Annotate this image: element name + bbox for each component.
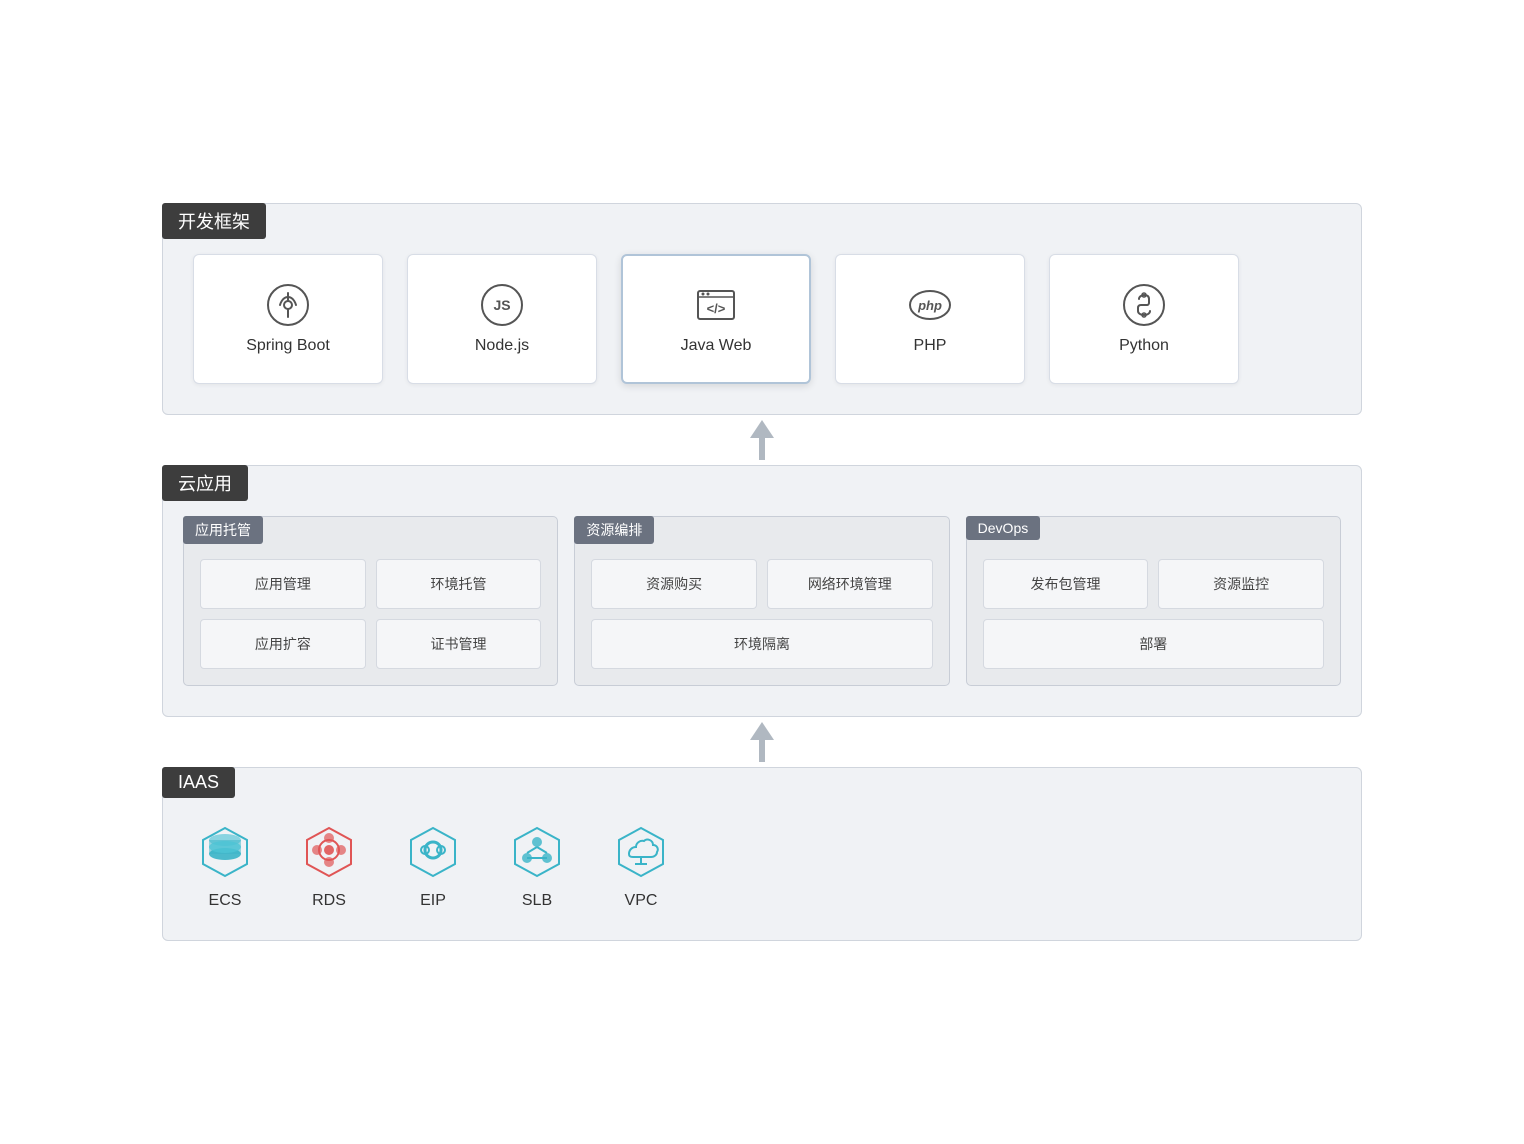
vpc-icon: [609, 818, 673, 882]
php-icon: php: [908, 283, 952, 327]
devops-label: DevOps: [966, 516, 1041, 540]
resource-arrange-grid: 资源购买 网络环境管理 环境隔离: [591, 559, 932, 669]
diagram-container: 开发框架 Spring Boot: [162, 163, 1362, 981]
eip-label: EIP: [420, 892, 446, 910]
rds-label: RDS: [312, 892, 346, 910]
cloud-section-label: 云应用: [162, 465, 248, 501]
resource-arrange-subsection: 资源编排 资源购买 网络环境管理 环境隔离: [574, 516, 949, 686]
php-label: PHP: [914, 337, 947, 355]
devops-subsection: DevOps 发布包管理 资源监控 部署: [966, 516, 1341, 686]
ecs-icon: [193, 818, 257, 882]
python-label: Python: [1119, 337, 1169, 355]
app-hosting-grid: 应用管理 环境托管 应用扩容 证书管理: [200, 559, 541, 669]
cell-env-hosting: 环境托管: [376, 559, 542, 609]
svg-text:JS: JS: [493, 297, 510, 313]
arrow-head-up-2: [750, 722, 774, 740]
framework-python[interactable]: Python: [1049, 254, 1239, 384]
dev-frameworks: Spring Boot JS Node.js: [193, 254, 1331, 384]
iaas-section: IAAS ECS: [162, 767, 1362, 941]
svg-text:</>: </>: [707, 301, 726, 316]
vpc-label: VPC: [625, 892, 658, 910]
app-hosting-label: 应用托管: [183, 516, 263, 544]
devops-grid: 发布包管理 资源监控 部署: [983, 559, 1324, 669]
javaweb-label: Java Web: [681, 337, 752, 355]
javaweb-icon: </>: [694, 283, 738, 327]
cell-app-manage: 应用管理: [200, 559, 366, 609]
cloud-section: 云应用 应用托管 应用管理 环境托管 应用扩容 证书管理 资源编排 资源购买 网…: [162, 465, 1362, 717]
cell-app-expand: 应用扩容: [200, 619, 366, 669]
slb-label: SLB: [522, 892, 552, 910]
arrow-head-up-1: [750, 420, 774, 438]
framework-nodejs[interactable]: JS Node.js: [407, 254, 597, 384]
cell-resource-monitor: 资源监控: [1158, 559, 1324, 609]
eip-icon: [401, 818, 465, 882]
iaas-eip: EIP: [401, 818, 465, 910]
svg-text:php: php: [917, 298, 942, 313]
cell-cert-manage: 证书管理: [376, 619, 542, 669]
dev-section-label: 开发框架: [162, 203, 266, 239]
iaas-slb: SLB: [505, 818, 569, 910]
arrow-iaas-to-cloud: [162, 717, 1362, 767]
app-hosting-subsection: 应用托管 应用管理 环境托管 应用扩容 证书管理: [183, 516, 558, 686]
iaas-ecs: ECS: [193, 818, 257, 910]
spring-icon: [266, 283, 310, 327]
framework-spring-boot[interactable]: Spring Boot: [193, 254, 383, 384]
resource-arrange-label: 资源编排: [574, 516, 654, 544]
slb-icon: [505, 818, 569, 882]
cell-env-isolate: 环境隔离: [591, 619, 932, 669]
iaas-items: ECS RDS: [193, 818, 1331, 910]
cell-deploy: 部署: [983, 619, 1324, 669]
arrow-shaft-2: [759, 740, 765, 762]
spring-boot-label: Spring Boot: [246, 337, 330, 355]
iaas-section-label: IAAS: [162, 767, 235, 798]
dev-section: 开发框架 Spring Boot: [162, 203, 1362, 415]
nodejs-icon: JS: [480, 283, 524, 327]
cell-net-manage: 网络环境管理: [767, 559, 933, 609]
python-icon: [1122, 283, 1166, 327]
cloud-inner: 应用托管 应用管理 环境托管 应用扩容 证书管理 资源编排 资源购买 网络环境管…: [183, 516, 1341, 686]
arrow-dev-to-cloud: [162, 415, 1362, 465]
framework-java-web[interactable]: </> Java Web: [621, 254, 811, 384]
rds-icon: [297, 818, 361, 882]
cell-release-manage: 发布包管理: [983, 559, 1149, 609]
iaas-vpc: VPC: [609, 818, 673, 910]
framework-php[interactable]: php PHP: [835, 254, 1025, 384]
nodejs-label: Node.js: [475, 337, 529, 355]
cell-resource-buy: 资源购买: [591, 559, 757, 609]
iaas-rds: RDS: [297, 818, 361, 910]
arrow-shaft-1: [759, 438, 765, 460]
ecs-label: ECS: [209, 892, 242, 910]
